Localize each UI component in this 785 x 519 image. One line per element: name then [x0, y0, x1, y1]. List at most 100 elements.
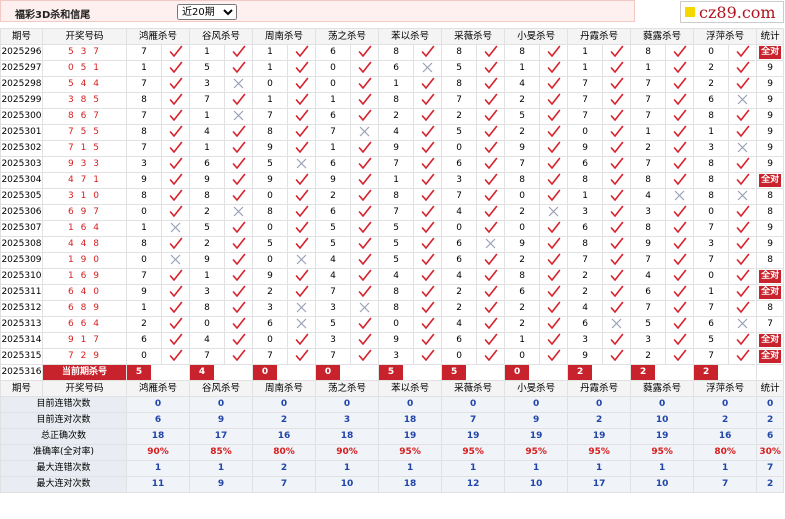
kill-number-cell: 7	[378, 156, 415, 173]
site-logo[interactable]: cz89.com	[680, 1, 784, 23]
summary-stat: 30%	[756, 444, 785, 461]
miss-cell	[287, 252, 317, 269]
check-icon	[484, 253, 497, 266]
hit-cell	[476, 284, 506, 301]
miss-cell	[160, 252, 191, 269]
kill-number-cell: 8	[378, 44, 415, 61]
check-icon	[736, 45, 749, 58]
kill-number-cell: 0	[378, 316, 415, 333]
hit-cell	[287, 108, 317, 125]
cross-icon	[611, 318, 622, 329]
cross-icon	[422, 62, 433, 73]
stat-cell: 8	[756, 188, 785, 205]
hit-cell	[160, 236, 191, 253]
draw-code-cell: 5 3 7	[42, 44, 127, 61]
hit-cell	[476, 268, 506, 285]
summary-value: 95%	[630, 444, 695, 461]
hit-cell	[602, 300, 632, 317]
kill-number-cell: 6	[315, 204, 352, 221]
kill-number-cell: 8	[693, 108, 730, 125]
hit-cell	[665, 284, 695, 301]
kill-number-cell: 9	[189, 172, 226, 189]
kill-number-cell: 7	[693, 220, 730, 237]
check-icon	[484, 333, 497, 346]
draw-code-cell: 4 4 8	[42, 236, 127, 253]
summary-value: 18	[378, 412, 443, 429]
hit-cell	[602, 268, 632, 285]
kill-number-cell: 8	[630, 44, 667, 61]
logo-square-icon	[685, 7, 695, 17]
miss-cell	[287, 300, 317, 317]
hit-cell	[224, 92, 254, 109]
summary-value: 9	[189, 412, 254, 429]
summary-value: 11	[125, 476, 191, 493]
check-icon	[736, 237, 749, 250]
kill-number-cell: 9	[252, 172, 289, 189]
summary-row: 总正确次数 18 17 16 18 19 19 19 19 19 16 6	[0, 428, 785, 445]
kill-number-cell: 8	[693, 156, 730, 173]
hit-cell	[413, 204, 443, 221]
header-expert: 鸿雁杀号	[125, 28, 191, 45]
hit-cell	[539, 284, 569, 301]
period-range-select[interactable]: 近20期	[177, 4, 237, 20]
current-kill-cell: 2	[567, 364, 632, 381]
kill-number-cell: 0	[693, 204, 730, 221]
kill-number-cell: 1	[126, 300, 162, 317]
kill-number-cell: 1	[567, 60, 604, 77]
kill-number-cell: 4	[441, 316, 478, 333]
kill-number-cell: 8	[252, 124, 289, 141]
table-row: 2025310 1 6 9 7 1 9 4 4 4 8 2 4 0 全对	[0, 268, 785, 285]
hit-cell	[160, 76, 191, 93]
check-icon	[295, 237, 308, 250]
check-icon	[610, 333, 623, 346]
kill-number-cell: 9	[378, 140, 415, 157]
hit-cell	[413, 236, 443, 253]
hit-cell	[413, 220, 443, 237]
summary-value: 2	[252, 412, 317, 429]
check-icon	[610, 45, 623, 58]
kill-number-cell: 6	[441, 156, 478, 173]
table-row: 2025312 6 8 91 8 3 3 8 2 2 4 7 7 8	[0, 300, 785, 317]
summary-value: 1	[441, 460, 506, 477]
kill-number-cell: 9	[315, 172, 352, 189]
kill-number-cell: 2	[567, 268, 604, 285]
summary-value: 95%	[504, 444, 569, 461]
kill-number-cell: 2	[504, 252, 541, 269]
summary-value: 3	[315, 412, 380, 429]
hit-cell	[413, 316, 443, 333]
check-icon	[610, 205, 623, 218]
header-expert: 采薇杀号	[441, 28, 506, 45]
summary-value: 10	[504, 476, 569, 493]
miss-cell	[350, 300, 380, 317]
check-icon	[673, 125, 686, 138]
kill-number-cell: 2	[378, 108, 415, 125]
header-expert: 苯以杀号	[378, 28, 443, 45]
check-icon	[736, 285, 749, 298]
kill-number-cell: 0	[252, 188, 289, 205]
miss-cell	[476, 236, 506, 253]
kill-number-cell: 2	[504, 204, 541, 221]
summary-value: 19	[441, 428, 506, 445]
hit-cell	[665, 300, 695, 317]
check-icon	[673, 109, 686, 122]
check-icon	[736, 253, 749, 266]
kill-number-cell: 4	[567, 300, 604, 317]
check-icon	[673, 141, 686, 154]
kill-number-cell: 9	[252, 140, 289, 157]
check-icon	[484, 349, 497, 362]
hit-cell	[413, 284, 443, 301]
summary-label: 准确率(全对率)	[0, 444, 127, 461]
check-icon	[232, 173, 245, 186]
period-cell: 2025315	[0, 348, 43, 365]
summary-value: 0	[252, 396, 317, 413]
kill-number-cell: 1	[189, 108, 226, 125]
hit-cell	[665, 236, 695, 253]
check-icon	[421, 93, 434, 106]
cross-icon	[737, 94, 748, 105]
summary-value: 9	[189, 476, 254, 493]
check-icon	[484, 125, 497, 138]
kill-number-cell: 8	[693, 188, 730, 205]
check-icon	[610, 349, 623, 362]
kill-number-cell: 8	[378, 300, 415, 317]
draw-code-cell: 6 6 4	[42, 316, 127, 333]
